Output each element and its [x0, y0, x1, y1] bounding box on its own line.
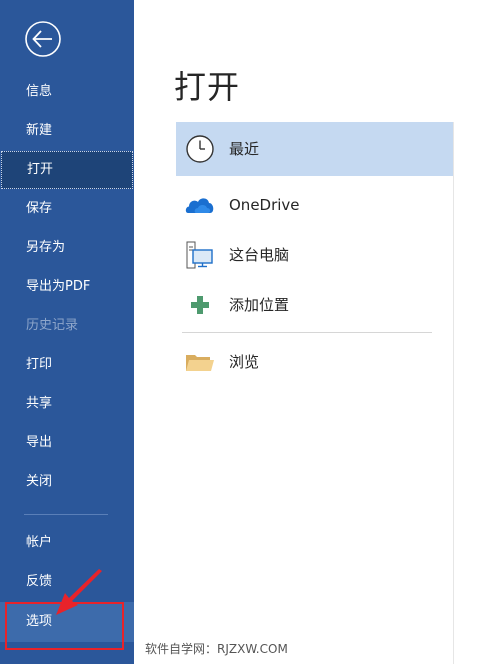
- location-onedrive[interactable]: OneDrive: [176, 178, 453, 232]
- location-label: 最近: [229, 140, 260, 158]
- nav-new[interactable]: 新建: [0, 112, 134, 150]
- clock-icon: [186, 135, 214, 163]
- watermark-text: 软件自学网：RJZXW.COM: [145, 642, 288, 656]
- nav-export[interactable]: 导出: [0, 424, 134, 462]
- nav-save-as[interactable]: 另存为: [0, 229, 134, 267]
- nav-print[interactable]: 打印: [0, 346, 134, 384]
- location-label: 浏览: [229, 353, 260, 371]
- location-browse[interactable]: 浏览: [176, 335, 453, 389]
- nav-info[interactable]: 信息: [0, 73, 134, 111]
- nav-close[interactable]: 关闭: [0, 463, 134, 501]
- back-arrow-icon[interactable]: [24, 20, 62, 58]
- sidebar-divider: [24, 514, 108, 515]
- cloud-icon: [185, 198, 214, 213]
- plus-icon: [191, 296, 209, 314]
- nav-open[interactable]: 打开: [1, 151, 133, 189]
- location-this-pc[interactable]: 这台电脑: [176, 228, 453, 282]
- location-label: OneDrive: [229, 196, 300, 214]
- annotation-arrow-icon: [56, 569, 102, 615]
- open-panel: 打开 最近 OneDrive 这台电脑 添加位置 浏览: [134, 0, 485, 664]
- locations-divider: [182, 332, 432, 333]
- location-label: 这台电脑: [229, 246, 290, 264]
- page-title: 打开: [174, 68, 241, 106]
- nav-save[interactable]: 保存: [0, 190, 134, 228]
- panel-border: [453, 122, 454, 664]
- location-label: 添加位置: [229, 296, 290, 314]
- location-add-place[interactable]: 添加位置: [176, 278, 453, 332]
- nav-history: 历史记录: [26, 318, 79, 333]
- nav-share[interactable]: 共享: [0, 385, 134, 423]
- location-recent[interactable]: 最近: [176, 122, 453, 176]
- nav-export-pdf[interactable]: 导出为PDF: [0, 268, 134, 306]
- computer-icon: [186, 241, 213, 269]
- nav-account[interactable]: 帐户: [0, 524, 134, 562]
- folder-icon: [186, 355, 214, 371]
